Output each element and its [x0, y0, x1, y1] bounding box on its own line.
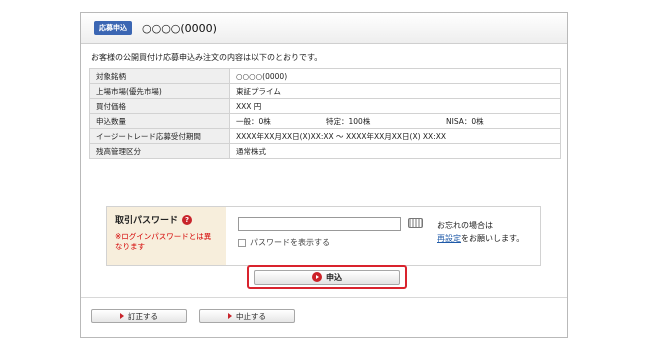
table-row: 残高管理区分 通常株式 [89, 143, 561, 159]
show-password-checkbox[interactable] [238, 238, 246, 247]
table-row: 買付価格 XXX 円 [89, 98, 561, 114]
table-row: イージートレード応募受付期間 XXXX年XX月XX日(X)XX:XX ～ XXX… [89, 128, 561, 144]
password-input[interactable] [238, 217, 401, 231]
password-title-text: 取引パスワード [115, 216, 179, 226]
software-keyboard-icon[interactable] [408, 218, 423, 228]
password-section: 取引パスワード ? ※ログインパスワードとは異なります パスワードを表示する お… [106, 206, 541, 266]
reset-password-link[interactable]: 再設定 [437, 234, 461, 243]
cancel-button[interactable]: 中止する [199, 309, 295, 323]
row-label: 残高管理区分 [89, 143, 230, 159]
table-row: 上場市場(優先市場) 東証プライム [89, 83, 561, 99]
intro-text: お客様の公開買付け応募申込み注文の内容は以下のとおりです。 [91, 53, 323, 62]
qty-specific: 特定：100株 [326, 116, 371, 126]
arrow-right-icon [228, 313, 232, 319]
row-value: XXX 円 [229, 98, 561, 114]
header-stock-name: ○○○○(0000) [142, 21, 217, 35]
forgot-password-note: お忘れの場合は 再設定をお願いします。 [437, 219, 524, 245]
play-icon [312, 272, 322, 282]
row-value: XXXX年XX月XX日(X)XX:XX ～ XXXX年XX月XX日(X) XX:… [229, 128, 561, 144]
order-info-table: 対象銘柄 ○○○○(0000) 上場市場(優先市場) 東証プライム 買付価格 X… [89, 68, 561, 159]
password-title: 取引パスワード ? [115, 213, 218, 226]
order-confirmation-panel: 応募申込 ○○○○(0000) お客様の公開買付け応募申込み注文の内容は以下のと… [80, 12, 568, 338]
show-password-label: パスワードを表示する [250, 238, 330, 247]
forgot-prefix: お忘れの場合は [437, 221, 493, 230]
order-type-badge: 応募申込 [94, 21, 132, 35]
table-row: 対象銘柄 ○○○○(0000) [89, 68, 561, 84]
row-label: 上場市場(優先市場) [89, 83, 230, 99]
password-note: ※ログインパスワードとは異なります [115, 232, 212, 251]
password-label-cell: 取引パスワード ? ※ログインパスワードとは異なります [107, 207, 226, 265]
correct-button[interactable]: 訂正する [91, 309, 187, 323]
correct-label: 訂正する [128, 311, 158, 321]
row-label: 対象銘柄 [89, 68, 230, 84]
arrow-right-icon [120, 313, 124, 319]
forgot-suffix: をお願いします。 [461, 234, 525, 243]
row-value: 通常株式 [229, 143, 561, 159]
cancel-label: 中止する [236, 311, 266, 321]
row-value: 東証プライム [229, 83, 561, 99]
row-value: ○○○○(0000) [229, 68, 561, 84]
panel-header: 応募申込 ○○○○(0000) [81, 13, 567, 44]
row-label: 申込数量 [89, 113, 230, 129]
password-field-cell: パスワードを表示する お忘れの場合は 再設定をお願いします。 [226, 207, 540, 265]
qty-nisa: NISA：0株 [446, 116, 484, 126]
qty-general: 一般：0株 [236, 116, 271, 126]
submit-highlight: 申込 [247, 265, 407, 289]
table-row: 申込数量 一般：0株 特定：100株 NISA：0株 [89, 113, 561, 129]
submit-label: 申込 [326, 272, 342, 282]
divider [81, 297, 567, 298]
submit-button[interactable]: 申込 [254, 269, 400, 285]
question-icon[interactable]: ? [182, 214, 193, 225]
row-label: 買付価格 [89, 98, 230, 114]
quantity-cell: 一般：0株 特定：100株 NISA：0株 [229, 113, 561, 129]
row-label: イージートレード応募受付期間 [89, 128, 230, 144]
